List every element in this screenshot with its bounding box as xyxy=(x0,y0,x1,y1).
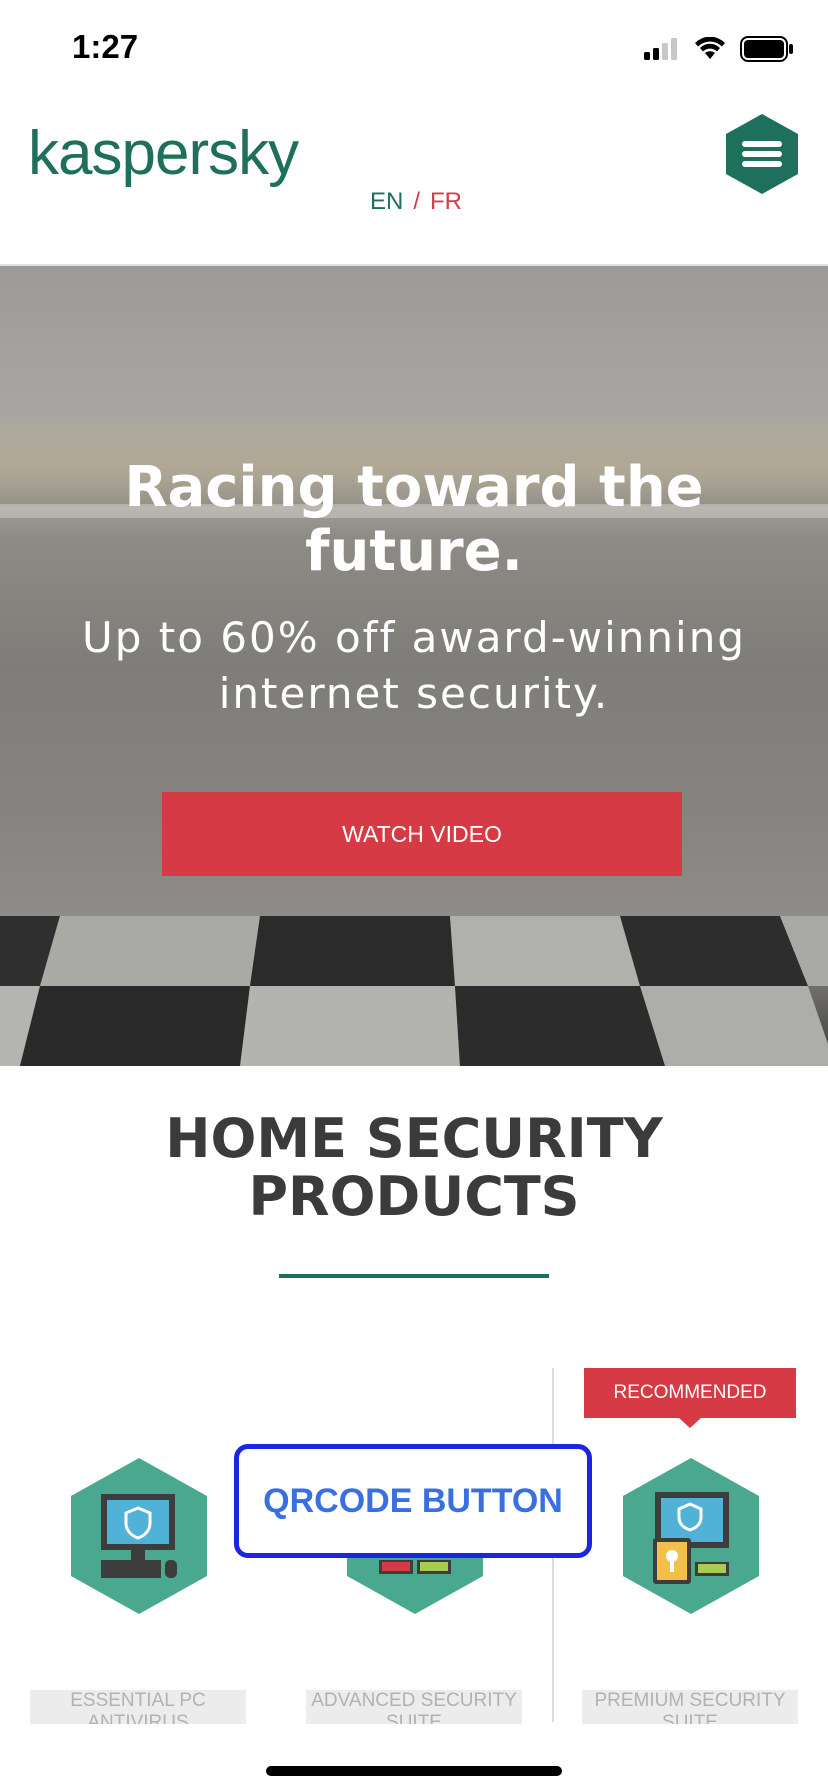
menu-button[interactable] xyxy=(724,112,800,196)
section-divider xyxy=(279,1274,549,1278)
hero-title-line1: Racing toward the xyxy=(124,455,704,520)
status-time: 1:27 xyxy=(72,28,139,65)
hamburger-menu-icon xyxy=(726,114,798,194)
site-header: kaspersky EN / FR xyxy=(0,100,828,266)
kaspersky-logo[interactable]: kaspersky xyxy=(28,118,299,189)
hero-title-line2: future. xyxy=(305,519,523,584)
wifi-icon xyxy=(695,37,725,59)
battery-icon xyxy=(740,36,793,62)
recommended-badge-pointer xyxy=(679,1418,701,1428)
product-premium-security-suite[interactable] xyxy=(619,1456,763,1616)
home-indicator[interactable] xyxy=(266,1766,562,1776)
hero-banner: Racing toward the future. Up to 60% off … xyxy=(0,266,828,1066)
recommended-badge: RECOMMENDED xyxy=(584,1368,796,1418)
lang-fr-link[interactable]: FR xyxy=(430,188,462,215)
desktop-shield-icon xyxy=(71,1458,207,1614)
lang-separator: / xyxy=(413,188,421,215)
language-switcher: EN / FR xyxy=(370,188,462,216)
checkered-finish-line xyxy=(0,916,828,1066)
premium-suite-icon xyxy=(623,1458,759,1614)
cellular-signal-icon xyxy=(644,38,677,60)
section-title-line2: PRODUCTS xyxy=(248,1165,580,1228)
product-essential-pc-antivirus[interactable] xyxy=(67,1456,211,1616)
hero-subtitle: Up to 60% off award-winning internet sec… xyxy=(0,610,828,722)
status-bar: 1:27 xyxy=(0,0,828,100)
qrcode-button[interactable]: QRCODE BUTTON xyxy=(234,1444,592,1558)
watch-video-button[interactable]: WATCH VIDEO xyxy=(162,792,682,876)
hero-title: Racing toward the future. xyxy=(0,456,828,584)
status-icons xyxy=(644,36,794,62)
section-title: HOME SECURITY PRODUCTS xyxy=(0,1110,828,1226)
lang-en-link[interactable]: EN xyxy=(370,188,403,215)
hero-subtitle-line1: Up to 60% off award-winning xyxy=(82,613,746,662)
section-title-line1: HOME SECURITY xyxy=(165,1107,663,1170)
product-name-premium[interactable]: PREMIUM SECURITY SUITE xyxy=(582,1690,798,1724)
product-name-advanced[interactable]: ADVANCED SECURITY SUITE xyxy=(306,1690,522,1724)
hero-subtitle-line2: internet security. xyxy=(218,669,610,718)
product-name-essential[interactable]: ESSENTIAL PC ANTIVIRUS xyxy=(30,1690,246,1724)
